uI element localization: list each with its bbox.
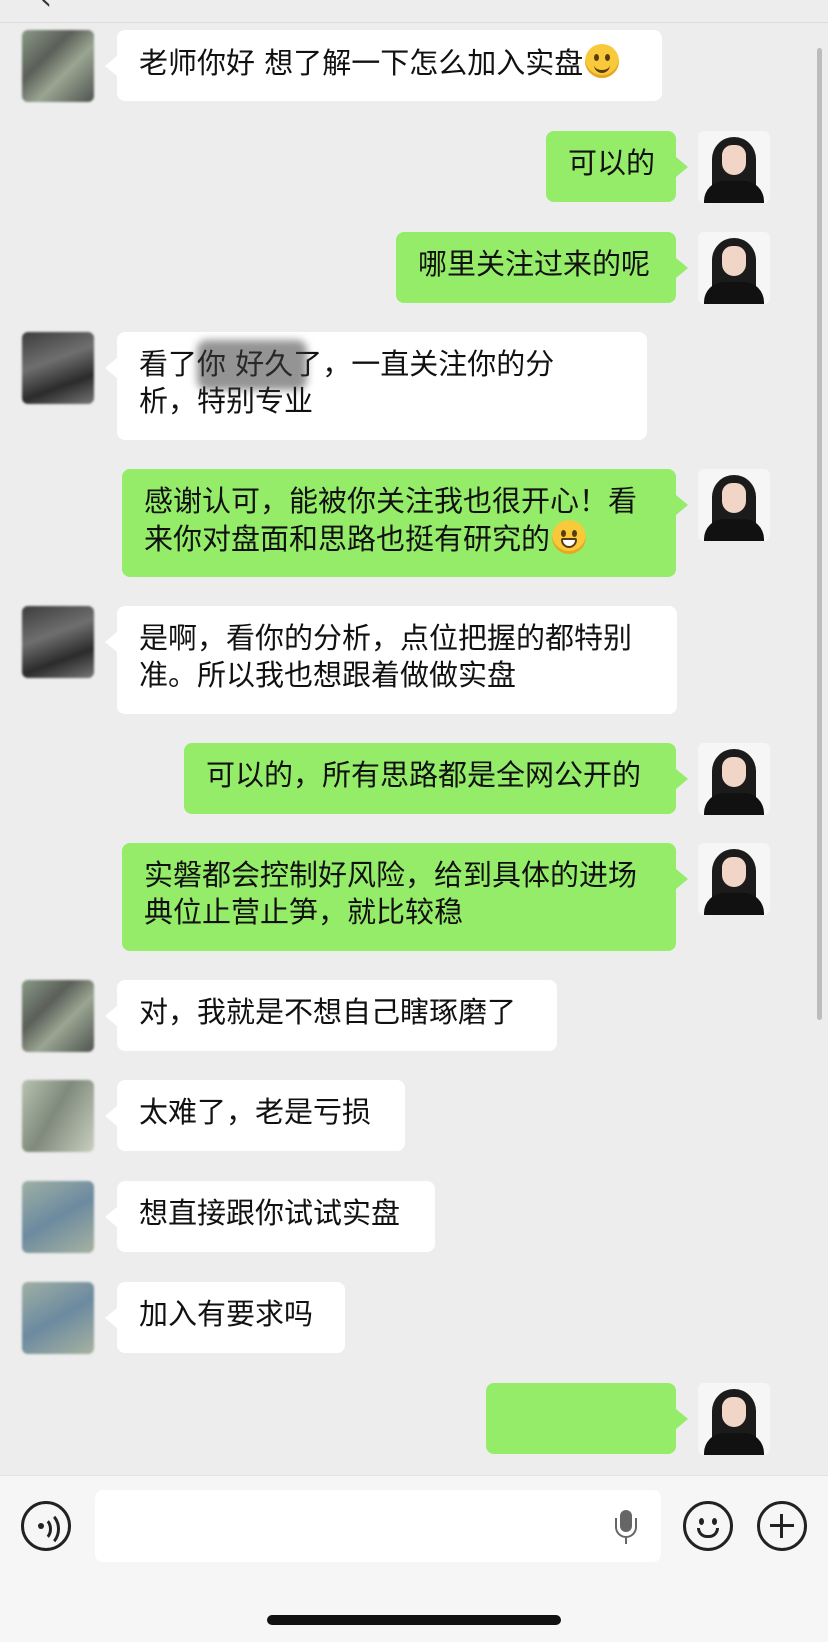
contact-avatar[interactable] [22,980,94,1052]
contact-avatar[interactable] [22,1282,94,1354]
plus-icon[interactable] [757,1501,807,1551]
message-line: 实磐都会控制好风险，给到具体的进场 [144,858,638,892]
my-avatar[interactable] [698,232,770,304]
home-indicator [267,1615,561,1625]
chat-area[interactable]: ‹ 老师你好 想了解一下怎么加入实盘 可以的 哪里关注过来的呢 看了你 好久了，… [0,0,828,1475]
message-text: 哪里关注过来的呢 [418,247,651,281]
message-line: 感谢认可，能被你关注我也很开心！看 [144,484,638,518]
my-avatar[interactable] [698,131,770,203]
scrollbar[interactable] [817,48,822,1020]
input-bar [0,1475,828,1642]
message-bubble-outgoing[interactable]: 感谢认可，能被你关注我也很开心！看 来你对盘面和思路也挺有研究的 [122,469,688,577]
message-text: 可以的 [568,146,656,180]
smile-emoji-icon [585,44,620,78]
my-avatar[interactable] [698,1383,770,1455]
message-bubble-incoming[interactable]: 老师你好 想了解一下怎么加入实盘 [105,30,662,101]
grin-emoji-icon [552,520,587,554]
message-bubble-incoming[interactable]: 想直接跟你试试实盘 [105,1181,435,1252]
message-bubble-outgoing[interactable] [486,1383,688,1454]
contact-avatar[interactable] [22,1181,94,1253]
message-bubble-incoming[interactable]: 看了你 好久了，一直关注你的分 析，特别专业 [105,332,647,440]
message-bubble-incoming[interactable]: 太难了，老是亏损 [105,1080,405,1151]
my-avatar[interactable] [698,843,770,915]
message-bubble-incoming[interactable]: 加入有要求吗 [105,1282,345,1353]
message-text: 想直接跟你试试实盘 [139,1196,401,1230]
my-avatar[interactable] [698,469,770,541]
contact-avatar[interactable] [22,332,94,404]
message-text: 加入有要求吗 [139,1297,314,1331]
message-text: 太难了，老是亏损 [139,1095,372,1129]
microphone-icon[interactable] [615,1510,637,1544]
contact-avatar[interactable] [22,30,94,102]
message-text: 可以的，所有思路都是全网公开的 [206,758,642,792]
emoji-icon[interactable] [683,1501,733,1551]
message-text: 对，我就是不想自己瞎琢磨了 [139,995,517,1029]
message-text: 老师你好 想了解一下怎么加入实盘 [139,46,584,80]
message-bubble-outgoing[interactable]: 哪里关注过来的呢 [396,232,688,303]
contact-avatar[interactable] [22,1080,94,1152]
message-bubble-incoming[interactable]: 对，我就是不想自己瞎琢磨了 [105,980,557,1051]
my-avatar[interactable] [698,743,770,815]
message-line: 来你对盘面和思路也挺有研究的 [144,522,551,556]
voice-icon[interactable] [21,1501,71,1551]
message-bubble-outgoing[interactable]: 可以的，所有思路都是全网公开的 [184,743,688,814]
message-bubble-outgoing[interactable]: 实磐都会控制好风险，给到具体的进场 典位止营止笋，就比较稳 [122,843,688,951]
title-bar: ‹ [0,0,828,23]
contact-avatar[interactable] [22,606,94,678]
message-line: 典位止营止笋，就比较稳 [144,895,464,929]
message-bubble-incoming[interactable]: 是啊，看你的分析，点位把握的都特别 准。所以我也想跟着做做实盘 [105,606,677,714]
redaction-scribble [197,340,307,390]
chevron-left-icon[interactable]: ‹ [40,0,52,17]
message-line: 是啊，看你的分析，点位把握的都特别 [139,621,633,655]
message-line: 准。所以我也想跟着做做实盘 [139,658,517,692]
message-bubble-outgoing[interactable]: 可以的 [546,131,688,202]
message-input[interactable] [95,1490,661,1562]
